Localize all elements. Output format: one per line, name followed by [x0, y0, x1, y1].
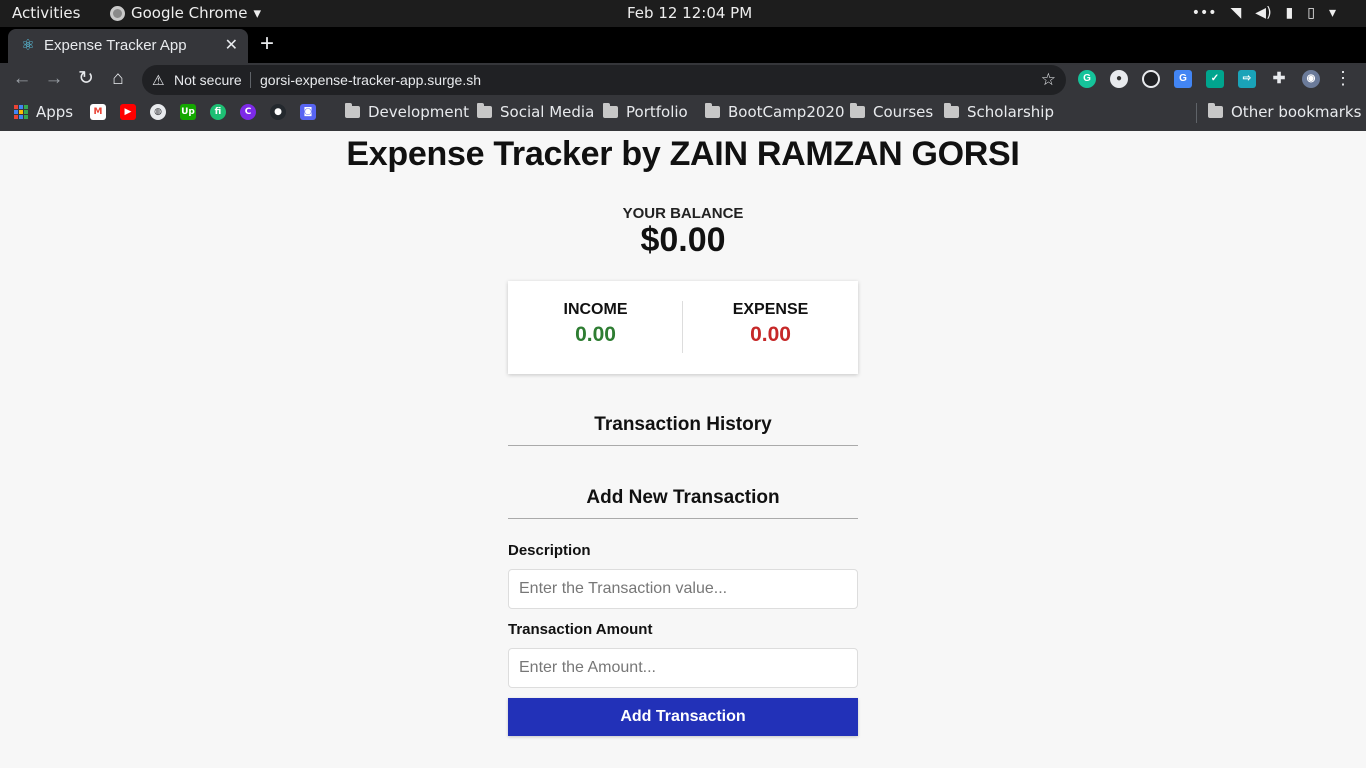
wifi-icon[interactable]: ◥ [1231, 4, 1242, 23]
folder-label: Portfolio [626, 103, 688, 121]
translate-extension-icon[interactable]: G [1174, 70, 1192, 88]
tab-title: Expense Tracker App [44, 37, 187, 54]
description-input[interactable] [508, 569, 858, 609]
address-bar[interactable]: ⚠ Not secure gorsi-expense-tracker-app.s… [142, 65, 1066, 95]
add-transaction-button[interactable]: Add Transaction [508, 698, 858, 736]
bookmark-star-icon[interactable]: ☆ [1041, 70, 1056, 90]
system-top-bar: Activities Google Chrome ▾ Feb 12 12:04 … [0, 0, 1366, 27]
folder-label: Development [368, 103, 469, 121]
bookmark-icons: M ▶ ◍ Up fi C ● ◙ [90, 104, 316, 120]
volume-icon[interactable]: ◀) [1255, 4, 1271, 23]
balance-label: YOUR BALANCE [622, 205, 744, 222]
more-icon[interactable]: ••• [1192, 4, 1217, 23]
folder-icon [850, 103, 865, 118]
close-icon[interactable]: ✕ [225, 35, 238, 55]
upwork-icon[interactable]: Up [180, 104, 196, 120]
folder-icon [944, 103, 959, 118]
github-icon[interactable]: ● [270, 104, 286, 120]
clock[interactable]: Feb 12 12:04 PM [627, 4, 752, 23]
forward-button[interactable]: → [41, 66, 67, 92]
folder-label: Scholarship [967, 103, 1054, 121]
page-content: Expense Tracker by ZAIN RAMZAN GORSI YOU… [0, 131, 1366, 768]
security-label[interactable]: Not secure [174, 72, 242, 88]
folder-label: BootCamp2020 [728, 103, 845, 121]
bookmark-folder-development[interactable]: Development [345, 103, 469, 121]
bookmark-folder-scholarship[interactable]: Scholarship [944, 103, 1054, 121]
add-transaction-heading: Add New Transaction [508, 487, 858, 519]
puzzle-icon[interactable]: ✚ [1270, 70, 1288, 88]
omnibox-divider [250, 72, 251, 88]
apps-grid-icon [14, 105, 28, 119]
folder-icon [705, 103, 720, 118]
folder-label: Courses [873, 103, 934, 121]
expense-summary: EXPENSE 0.00 [683, 301, 858, 347]
tab-strip: ⚛ Expense Tracker App ✕ + [0, 27, 1366, 63]
extensions-area: G ● G ✓ ⇨ ✚ ◉ [1078, 70, 1320, 88]
income-summary: INCOME 0.00 [508, 301, 683, 347]
balance-value: $0.00 [640, 221, 726, 259]
extension-icon[interactable] [1142, 70, 1160, 88]
income-label: INCOME [563, 301, 628, 318]
apps-label: Apps [36, 103, 74, 121]
app-menu[interactable]: Google Chrome ▾ [110, 4, 261, 23]
react-icon: ⚛ [21, 37, 35, 54]
income-value: 0.00 [575, 323, 616, 346]
canva-icon[interactable]: C [240, 104, 256, 120]
apps-bookmark[interactable]: Apps [14, 103, 73, 121]
url-text[interactable]: gorsi-expense-tracker-app.surge.sh [260, 72, 481, 88]
warning-icon[interactable]: ⚠ [152, 72, 165, 89]
extension-icon[interactable]: ● [1110, 70, 1128, 88]
folder-icon [1208, 103, 1223, 118]
folder-label: Social Media [500, 103, 595, 121]
browser-toolbar: ← → ↻ ⌂ ⚠ Not secure gorsi-expense-track… [0, 63, 1366, 95]
transaction-history-heading: Transaction History [508, 414, 858, 446]
profile-avatar[interactable]: ◉ [1302, 70, 1320, 88]
chrome-icon [110, 6, 125, 21]
activities-button[interactable]: Activities [12, 4, 80, 23]
reload-button[interactable]: ↻ [73, 66, 99, 92]
chevron-down-icon: ▾ [253, 4, 262, 22]
back-button[interactable]: ← [9, 66, 35, 92]
other-bookmarks[interactable]: Other bookmarks [1208, 103, 1361, 121]
chrome-menu-icon[interactable]: ⋮ [1334, 68, 1352, 89]
power-chevron-icon[interactable]: ▾ [1329, 4, 1336, 23]
home-button[interactable]: ⌂ [105, 66, 131, 92]
amount-input[interactable] [508, 648, 858, 688]
bookmarks-divider [1196, 103, 1197, 123]
fiverr-icon[interactable]: fi [210, 104, 226, 120]
browser-tab[interactable]: ⚛ Expense Tracker App ✕ [8, 29, 248, 63]
battery-icon[interactable]: ▯ [1307, 4, 1315, 23]
amount-label: Transaction Amount [508, 621, 653, 638]
folder-icon [477, 103, 492, 118]
folder-label: Other bookmarks [1231, 103, 1362, 121]
expense-label: EXPENSE [732, 301, 809, 318]
expense-value: 0.00 [750, 323, 791, 346]
description-label: Description [508, 542, 591, 559]
grammarly-extension-icon[interactable]: G [1078, 70, 1096, 88]
extension-icon[interactable]: ✓ [1206, 70, 1224, 88]
app-menu-label: Google Chrome [131, 4, 248, 22]
bookmark-folder-portfolio[interactable]: Portfolio [603, 103, 688, 121]
new-tab-button[interactable]: + [260, 30, 274, 58]
page-title: Expense Tracker by ZAIN RAMZAN GORSI [346, 135, 1020, 173]
income-expense-card: INCOME 0.00 EXPENSE 0.00 [508, 281, 858, 374]
bookmark-folder-courses[interactable]: Courses [850, 103, 933, 121]
microphone-icon[interactable]: ▮ [1286, 4, 1294, 23]
bookmarks-bar: Apps M ▶ ◍ Up fi C ● ◙ Development Socia… [0, 95, 1366, 131]
gmail-icon[interactable]: M [90, 104, 106, 120]
youtube-icon[interactable]: ▶ [120, 104, 136, 120]
folder-icon [345, 103, 360, 118]
folder-icon [603, 103, 618, 118]
bookmark-folder-social-media[interactable]: Social Media [477, 103, 594, 121]
discord-icon[interactable]: ◙ [300, 104, 316, 120]
globe-icon[interactable]: ◍ [150, 104, 166, 120]
system-tray[interactable]: ••• ◥ ◀) ▮ ▯ ▾ [1192, 4, 1336, 23]
bookmark-folder-bootcamp2020[interactable]: BootCamp2020 [705, 103, 845, 121]
extension-icon[interactable]: ⇨ [1238, 70, 1256, 88]
